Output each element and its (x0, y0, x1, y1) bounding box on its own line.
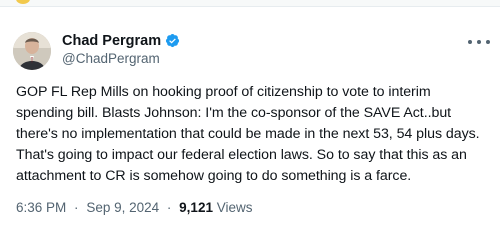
avatar[interactable] (13, 32, 51, 70)
meta-separator: · (166, 200, 172, 215)
avatar-image (13, 32, 51, 70)
tweet-screenshot: Chad Pergram @ChadPergram GOP FL Rep Mil… (0, 0, 500, 242)
more-dot (477, 40, 481, 44)
author-name-row: Chad Pergram (62, 31, 180, 50)
tweet-date[interactable]: Sep 9, 2024 (86, 200, 159, 215)
author-handle[interactable]: @ChadPergram (62, 51, 180, 66)
more-dot (486, 40, 490, 44)
views-label: Views (216, 200, 253, 215)
more-dot (468, 40, 472, 44)
emoji-fragment (16, 0, 30, 4)
more-options-icon[interactable] (468, 35, 490, 49)
views-count[interactable]: 9,121 (179, 200, 213, 215)
tweet-card: Chad Pergram @ChadPergram GOP FL Rep Mil… (0, 6, 500, 242)
author-info: Chad Pergram @ChadPergram (62, 31, 180, 66)
tweet-text: GOP FL Rep Mills on hooking proof of cit… (16, 84, 480, 184)
meta-separator: · (74, 200, 79, 215)
author-display-name[interactable]: Chad Pergram (62, 33, 161, 49)
verified-badge-icon (166, 33, 180, 48)
tweet-time[interactable]: 6:36 PM (16, 200, 66, 215)
tweet-meta: 6:36 PM · Sep 9, 2024 · 9,121 Views (16, 200, 253, 215)
